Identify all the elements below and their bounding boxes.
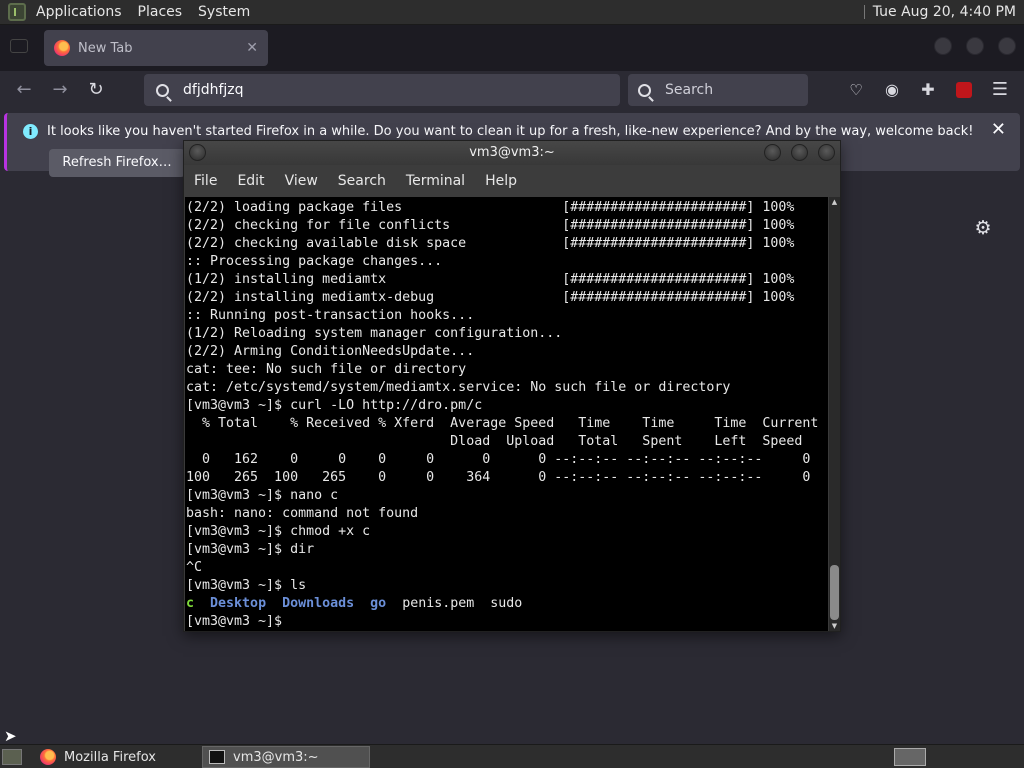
ls-entry: c [186,596,195,611]
terminal-line: Dload Upload Total Spent Left Speed [186,434,803,449]
terminal-minimize-button[interactable] [764,144,781,161]
terminal-line: [vm3@vm3 ~]$ chmod +x c [186,524,371,539]
clock[interactable]: Tue Aug 20, 4:40 PM [873,4,1024,20]
search-input[interactable]: Search [628,74,808,106]
search-placeholder: Search [665,82,714,98]
pocket-icon[interactable]: ♡ [843,77,869,103]
taskbar-label: vm3@vm3:~ [233,749,319,765]
terminal-line: 100 265 100 265 0 0 364 0 --:--:-- --:--… [186,470,811,485]
extensions-icon[interactable]: ✚ [915,77,941,103]
terminal-line: bash: nano: command not found [186,506,419,521]
menu-view[interactable]: View [285,173,318,189]
terminal-titlebar[interactable]: vm3@vm3:~ [184,141,840,165]
terminal-line: ^C [186,560,203,575]
info-icon: i [23,124,38,139]
forward-arrow-icon[interactable]: → [47,77,73,103]
terminal-line: (2/2) installing mediamtx-debug [#######… [186,290,795,305]
terminal-line: % Total % Received % Xferd Average Speed… [186,416,819,431]
ls-entry: Downloads [282,596,355,611]
workspace-switcher[interactable] [894,748,926,766]
menu-places[interactable]: Places [130,0,191,25]
terminal-line: (1/2) installing mediamtx [#############… [186,272,795,287]
menu-help[interactable]: Help [485,173,517,189]
terminal-line: [vm3@vm3 ~]$ nano c [186,488,339,503]
menu-edit[interactable]: Edit [237,173,264,189]
firefox-favicon-icon [54,40,70,56]
reload-icon[interactable]: ↻ [83,77,109,103]
terminal-close-button[interactable] [818,144,835,161]
close-icon[interactable]: ✕ [991,119,1006,140]
menu-file[interactable]: File [194,173,217,189]
hamburger-menu-icon[interactable]: ☰ [987,77,1013,103]
minimize-button[interactable] [934,37,952,55]
distro-logo-icon[interactable] [8,3,26,21]
terminal-line: :: Processing package changes... [186,254,443,269]
tab-bar: New Tab ✕ [0,25,1024,71]
tab-new-tab[interactable]: New Tab ✕ [44,30,268,66]
mouse-cursor-icon: ➤ [4,727,17,745]
url-bar[interactable]: dfjdhfjzq [144,74,620,106]
terminal-output[interactable]: (2/2) loading package files [###########… [185,197,828,631]
taskbar-label: Mozilla Firefox [64,749,156,765]
terminal-line: [vm3@vm3 ~]$ curl -LO http://dro.pm/c [186,398,483,413]
terminal-line: cat: /etc/systemd/system/mediamtx.servic… [186,380,731,395]
show-desktop-icon[interactable] [2,749,22,765]
gear-icon[interactable]: ⚙ [972,217,994,239]
ublock-icon[interactable] [951,77,977,103]
scroll-down-icon[interactable]: ▼ [830,622,839,630]
taskbar-item-firefox[interactable]: Mozilla Firefox [34,746,194,768]
terminal-line: (2/2) Arming ConditionNeedsUpdate... [186,344,475,359]
scrollbar-thumb[interactable] [830,565,839,620]
ls-entry: Desktop [210,596,267,611]
top-panel: Applications Places System Tue Aug 20, 4… [0,0,1024,25]
nav-bar: ← → ↻ dfjdhfjzq Search ♡ ◉ ✚ ☰ [0,71,1024,109]
terminal-scrollbar[interactable]: ▲ ▼ [829,197,840,631]
maximize-button[interactable] [966,37,984,55]
terminal-window: vm3@vm3:~ File Edit View Search Terminal… [183,140,841,632]
terminal-line: [vm3@vm3 ~]$ ls [186,578,307,593]
terminal-line: (1/2) Reloading system manager configura… [186,326,563,341]
menu-system[interactable]: System [190,0,258,25]
terminal-icon [209,750,225,764]
terminal-prompt: [vm3@vm3 ~]$ [186,614,291,629]
window-menu-button[interactable] [189,144,206,161]
search-icon [156,83,169,97]
terminal-line: 0 162 0 0 0 0 0 0 --:--:-- --:--:-- --:-… [186,452,811,467]
tab-title: New Tab [78,40,133,56]
scroll-up-icon[interactable]: ▲ [830,198,839,206]
search-icon [638,83,651,97]
panel-separator [863,5,865,19]
close-window-button[interactable] [998,37,1016,55]
ls-output-line: c Desktop Downloads go penis.pem sudo [186,595,828,613]
terminal-title: vm3@vm3:~ [469,145,555,160]
terminal-line: (2/2) loading package files [###########… [186,200,795,215]
notification-message: It looks like you haven't started Firefo… [47,124,974,139]
menu-search[interactable]: Search [338,173,386,189]
url-text: dfjdhfjzq [183,82,244,98]
firefox-icon [40,749,56,765]
account-icon[interactable]: ◉ [879,77,905,103]
terminal-line: cat: tee: No such file or directory [186,362,467,377]
terminal-menubar: File Edit View Search Terminal Help [184,165,840,197]
terminal-line: :: Running post-transaction hooks... [186,308,475,323]
terminal-line: (2/2) checking for file conflicts [#####… [186,218,795,233]
tab-close-icon[interactable]: ✕ [246,40,258,56]
menu-applications[interactable]: Applications [28,0,130,25]
menu-terminal[interactable]: Terminal [406,173,465,189]
refresh-firefox-button[interactable]: Refresh Firefox… [49,149,185,177]
terminal-line: [vm3@vm3 ~]$ dir [186,542,315,557]
tab-list-icon[interactable] [10,39,28,53]
ls-entry: penis.pem [402,596,475,611]
taskbar-item-terminal[interactable]: vm3@vm3:~ [202,746,370,768]
terminal-line: (2/2) checking available disk space [###… [186,236,795,251]
back-arrow-icon[interactable]: ← [11,77,37,103]
terminal-maximize-button[interactable] [791,144,808,161]
ls-entry: go [370,596,387,611]
bottom-taskbar: Mozilla Firefox vm3@vm3:~ [0,744,1024,768]
ls-entry: sudo [490,596,523,611]
